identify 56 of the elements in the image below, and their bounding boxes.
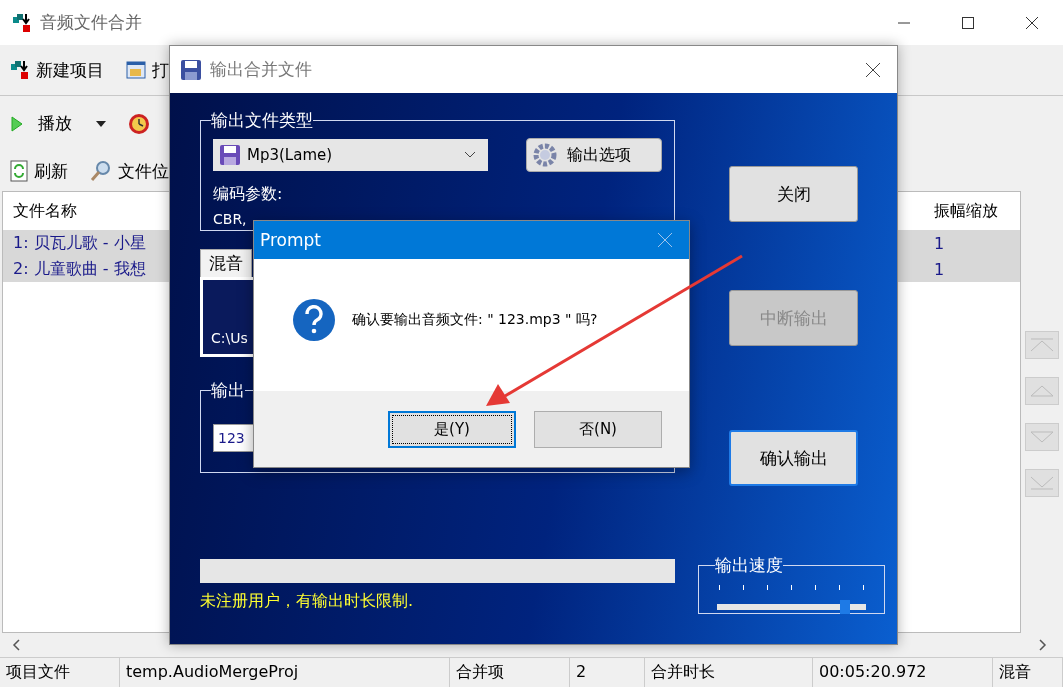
scroll-right-icon[interactable] [1039, 639, 1047, 651]
params-text: CBR, [213, 211, 248, 227]
app-icon [10, 60, 30, 80]
refresh-icon [10, 160, 28, 182]
magnifier-icon [90, 160, 112, 182]
slider-thumb[interactable] [840, 600, 851, 614]
status-text: 00:05:20.972 [813, 658, 993, 687]
maximize-icon[interactable] [961, 15, 975, 30]
params-label: 编码参数: [213, 184, 284, 205]
notice-text: 未注册用户，有输出时长限制. [200, 591, 415, 612]
folder-window-icon [126, 60, 146, 80]
file-name: 2: 儿童歌曲 - 我想 [12, 258, 146, 280]
toolbar-button[interactable]: 文件位 [86, 157, 173, 185]
prompt-button[interactable]: 是(Y) [388, 411, 516, 448]
toolbar-button[interactable]: 刷新 [6, 157, 72, 185]
status-text: temp.AudioMergeProj [120, 658, 450, 687]
scroll-left-icon[interactable] [12, 639, 20, 651]
output-options-button[interactable]: 输出选项 [526, 138, 662, 172]
mix-tab[interactable]: 混音 [200, 249, 252, 277]
column-header[interactable]: 文件名称 [3, 200, 77, 222]
path-text: C:\Us [211, 330, 248, 346]
prompt-title: Prompt [260, 230, 321, 250]
format-dropdown[interactable]: Mp3(Lame) [213, 139, 488, 171]
up-arrow-icon [1029, 337, 1055, 353]
group-label: 输出文件类型 [211, 109, 313, 132]
clock-icon [128, 112, 150, 135]
up-arrow-icon [1029, 383, 1055, 399]
group-label: 输出 [211, 379, 245, 402]
window-title: 音频文件合并 [40, 11, 142, 34]
column-header[interactable]: 振幅缩放 [934, 200, 1014, 222]
prompt-message: 确认要输出音频文件: " 123.mp3 " 吗? [352, 311, 598, 329]
status-text: 项目文件 [0, 658, 120, 687]
close-icon[interactable] [1025, 15, 1039, 30]
play-icon [10, 114, 24, 133]
chevron-down-icon [464, 151, 476, 159]
close-icon[interactable] [865, 61, 881, 78]
dialog-button[interactable]: 关闭 [729, 166, 858, 222]
group-label: 输出速度 [715, 554, 783, 577]
status-text: 2 [570, 658, 645, 687]
amplitude-value: 1 [933, 233, 946, 253]
caret-icon [96, 120, 106, 127]
gear-icon [533, 143, 557, 167]
status-text: 合并时长 [645, 658, 813, 687]
file-name: 1: 贝瓦儿歌 - 小星 [12, 232, 146, 254]
status-text: 合并项 [450, 658, 570, 687]
prompt-button[interactable]: 否(N) [534, 411, 662, 448]
down-arrow-icon [1029, 429, 1055, 445]
status-text: 混音 [993, 658, 1063, 687]
down-arrow-icon [1029, 475, 1055, 491]
amplitude-value: 1 [933, 259, 946, 279]
app-icon [12, 12, 32, 33]
dialog-title: 输出合并文件 [210, 58, 312, 81]
toolbar-button[interactable]: 播放 [6, 110, 110, 137]
dialog-button[interactable]: 确认输出 [729, 430, 858, 486]
question-icon [292, 298, 336, 342]
toolbar-button[interactable]: 新建项目 [6, 56, 108, 84]
